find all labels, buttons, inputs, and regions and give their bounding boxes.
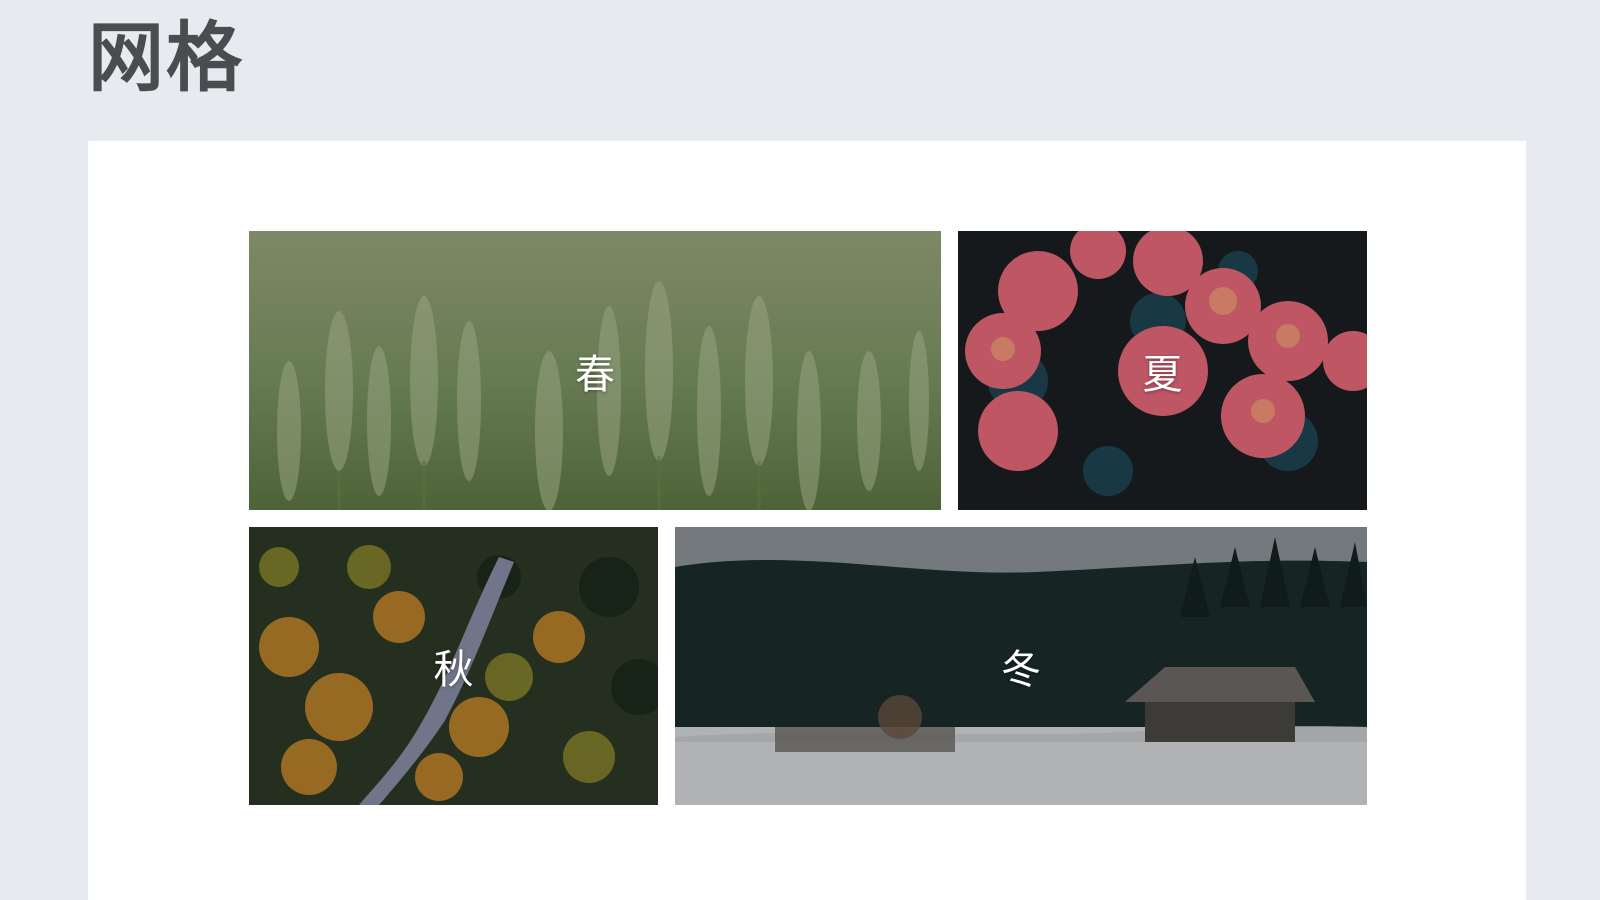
- tile-label: 夏: [1142, 351, 1183, 398]
- grid-tile-autumn[interactable]: 秋: [249, 527, 658, 805]
- page-title: 网格: [88, 13, 244, 102]
- tile-label: 秋: [433, 647, 474, 693]
- tile-label: 春: [575, 351, 615, 398]
- grid-tile-spring[interactable]: 春: [249, 231, 941, 510]
- grid-tile-winter[interactable]: 冬: [675, 527, 1367, 805]
- grid-panel: 春 夏 秋 冬: [88, 141, 1526, 900]
- grid-tile-summer[interactable]: 夏: [958, 231, 1367, 510]
- tile-label: 冬: [1001, 647, 1041, 693]
